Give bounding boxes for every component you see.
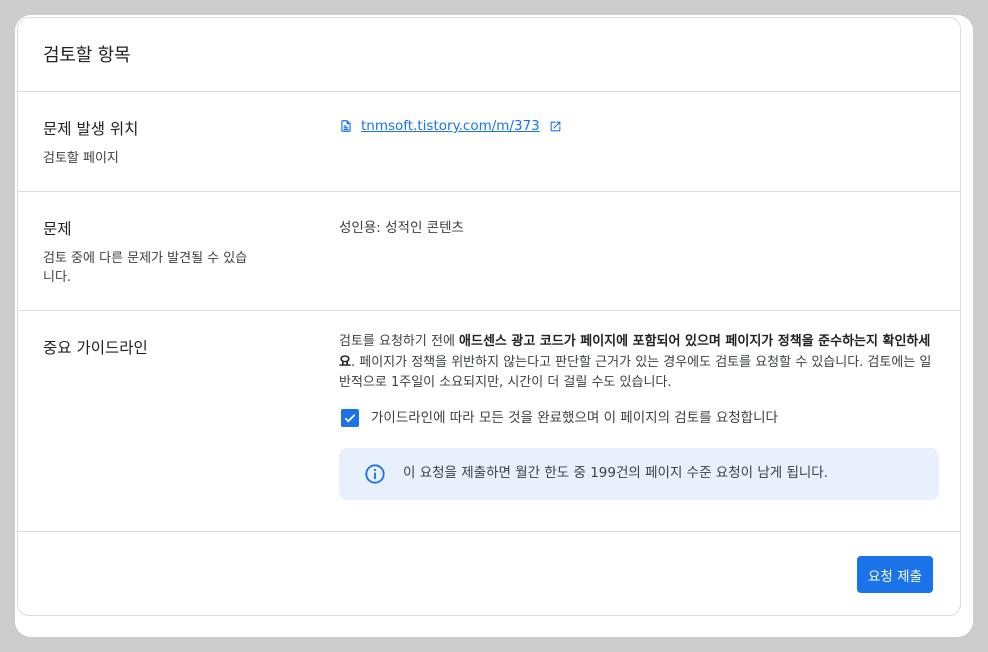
- guidelines-label-col: 중요 가이드라인: [43, 336, 263, 368]
- document-icon: [339, 119, 353, 133]
- confirm-checkbox-line: 가이드라인에 따라 모든 것을 완료했으며 이 페이지의 검토를 요청합니다: [341, 406, 939, 427]
- location-value-col: tnmsoft.tistory.com/m/373: [339, 118, 939, 134]
- location-row: 문제 발생 위치 검토할 페이지 tnmsoft.tistory.com/m/3…: [18, 92, 960, 192]
- page-link[interactable]: tnmsoft.tistory.com/m/373: [361, 118, 540, 134]
- info-box: 이 요청을 제출하면 월간 한도 중 199건의 페이지 수준 요청이 남게 됩…: [339, 447, 939, 500]
- open-in-new-icon[interactable]: [549, 120, 562, 133]
- guidelines-text-part2: . 페이지가 정책을 위반하지 않는다고 판단할 근거가 있는 경우에도 검토를…: [339, 354, 932, 391]
- guidelines-text-part1: 검토를 요청하기 전에: [339, 334, 460, 349]
- guidelines-value-col: 검토를 요청하기 전에 애드센스 광고 코드가 페이지에 포함되어 있으며 페이…: [339, 332, 939, 500]
- issue-sublabel: 검토 중에 다른 문제가 발견될 수 있습니다.: [43, 251, 248, 285]
- guidelines-label: 중요 가이드라인: [43, 339, 148, 357]
- check-icon: [344, 413, 356, 422]
- page-link-line: tnmsoft.tistory.com/m/373: [339, 118, 939, 134]
- issue-row: 문제 검토 중에 다른 문제가 발견될 수 있습니다. 성인용: 성적인 콘텐츠: [18, 192, 960, 311]
- location-label: 문제 발생 위치: [43, 120, 139, 138]
- info-text: 이 요청을 제출하면 월간 한도 중 199건의 페이지 수준 요청이 남게 됩…: [403, 464, 829, 481]
- info-icon: [364, 463, 386, 485]
- guidelines-row: 중요 가이드라인 검토를 요청하기 전에 애드센스 광고 코드가 페이지에 포함…: [18, 311, 960, 532]
- confirm-checkbox-label[interactable]: 가이드라인에 따라 모든 것을 완료했으며 이 페이지의 검토를 요청합니다: [371, 406, 778, 426]
- card-footer: 요청 제출: [18, 532, 960, 615]
- submit-request-button[interactable]: 요청 제출: [857, 556, 933, 593]
- issue-value: 성인용: 성적인 콘텐츠: [339, 220, 464, 236]
- review-card: 검토할 항목 문제 발생 위치 검토할 페이지 tnmsoft.tistory.…: [17, 17, 961, 616]
- card-header: 검토할 항목: [18, 18, 960, 92]
- issue-label: 문제: [43, 220, 72, 238]
- guidelines-text: 검토를 요청하기 전에 애드센스 광고 코드가 페이지에 포함되어 있으며 페이…: [339, 332, 939, 394]
- issue-label-col: 문제 검토 중에 다른 문제가 발견될 수 있습니다.: [43, 217, 263, 287]
- issue-value-col: 성인용: 성적인 콘텐츠: [339, 216, 939, 236]
- confirm-checkbox[interactable]: [341, 408, 359, 427]
- location-sublabel: 검토할 페이지: [43, 151, 119, 166]
- location-label-col: 문제 발생 위치 검토할 페이지: [43, 117, 263, 168]
- card-title: 검토할 항목: [43, 45, 131, 66]
